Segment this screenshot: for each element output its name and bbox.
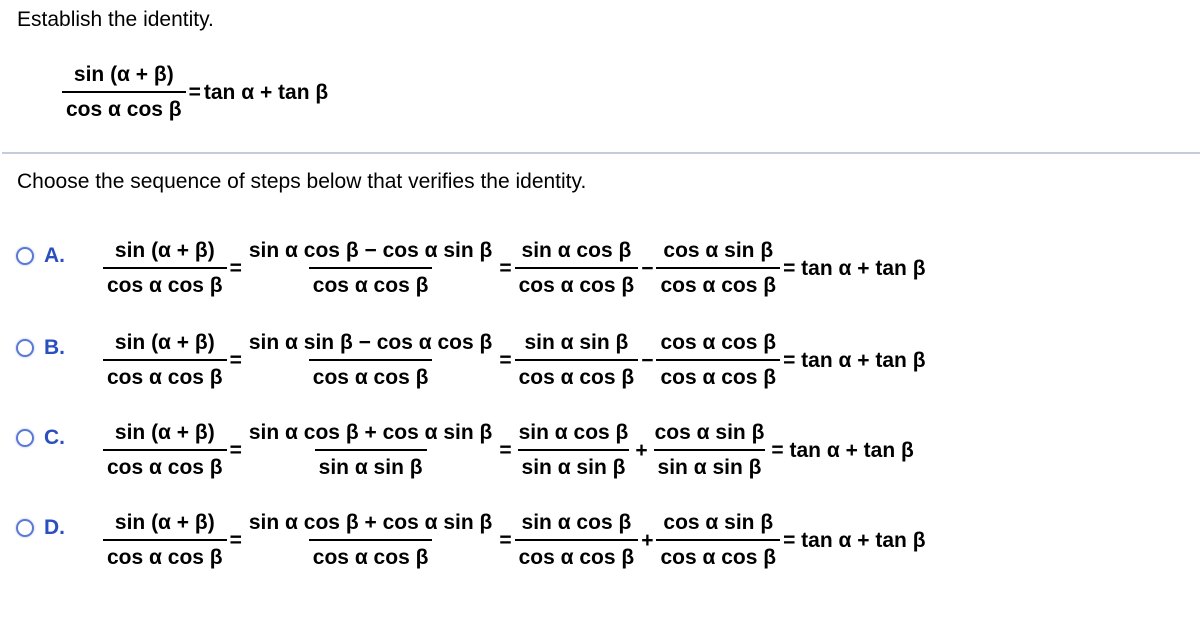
question-intro: Establish the identity. [17, 8, 214, 31]
fraction-numerator: sin (α + β) [114, 421, 215, 444]
identity-rhs: tan α + tan β [203, 80, 329, 104]
fraction-3: sin α cos β cos α cos β [514, 238, 639, 299]
fraction-denominator: sin α sin β [653, 449, 766, 481]
radio-button[interactable] [16, 429, 34, 447]
choice-expression: sin (α + β) cos α cos β = sin α sin β − … [103, 330, 929, 391]
identity-lhs-fraction: sin (α + β) cos α cos β [62, 62, 186, 123]
operator-sign: − [641, 256, 654, 280]
fraction-denominator: cos α cos β [656, 267, 781, 299]
fraction-denominator: cos α cos β [656, 359, 781, 391]
answer-choice-c[interactable]: C. [16, 426, 65, 450]
radio-button[interactable] [16, 519, 34, 537]
result-rhs: = tan α + tan β [771, 438, 914, 462]
fraction-numerator: cos α cos β [660, 331, 777, 354]
fraction-numerator: sin α sin β [524, 331, 629, 354]
instruction-text: Choose the sequence of steps below that … [17, 170, 587, 193]
result-rhs: = tan α + tan β [783, 256, 926, 280]
fraction-denominator: cos α cos β [308, 539, 433, 571]
fraction-numerator: sin α cos β [521, 511, 632, 534]
fraction-denominator: cos α cos β [514, 359, 639, 391]
fraction-2: sin α cos β − cos α sin β cos α cos β [245, 238, 496, 299]
fraction-2: sin α cos β + cos α sin β cos α cos β [245, 510, 496, 571]
equals-sign: = [499, 256, 512, 280]
choice-letter[interactable]: A. [44, 244, 65, 268]
fraction-denominator: cos α cos β [103, 539, 227, 571]
fraction-numerator: sin α cos β [521, 239, 632, 262]
equals-sign: = [229, 528, 242, 552]
fraction-1: sin (α + β) cos α cos β [103, 420, 227, 481]
equals-sign: = [499, 438, 512, 462]
fraction-numerator: sin α cos β − cos α sin β [248, 239, 493, 262]
fraction-numerator: sin (α + β) [73, 63, 174, 86]
answer-choice-d[interactable]: D. [16, 516, 65, 540]
answer-choice-b[interactable]: B. [16, 336, 65, 360]
fraction-denominator: cos α cos β [656, 539, 781, 571]
fraction-1: sin (α + β) cos α cos β [103, 510, 227, 571]
equals-sign: = [499, 528, 512, 552]
equals-sign: = [499, 348, 512, 372]
fraction-numerator: sin α cos β [518, 421, 629, 444]
fraction-3: sin α sin β cos α cos β [514, 330, 639, 391]
fraction-4: cos α sin β cos α cos β [656, 510, 781, 571]
fraction-4: cos α sin β sin α sin β [651, 420, 769, 481]
fraction-denominator: cos α cos β [103, 267, 227, 299]
fraction-3: sin α cos β sin α sin β [515, 420, 633, 481]
result-rhs: = tan α + tan β [783, 528, 926, 552]
fraction-numerator: sin α cos β + cos α sin β [248, 421, 493, 444]
fraction-3: sin α cos β cos α cos β [514, 510, 639, 571]
fraction-denominator: sin α sin β [517, 449, 630, 481]
fraction-denominator: cos α cos β [514, 267, 639, 299]
fraction-4: cos α sin β cos α cos β [656, 238, 781, 299]
equals-sign: = [188, 80, 201, 104]
fraction-denominator: cos α cos β [308, 359, 433, 391]
operator-sign: − [641, 348, 654, 372]
fraction-denominator: cos α cos β [514, 539, 639, 571]
operator-sign: + [635, 438, 648, 462]
equals-sign: = [229, 438, 242, 462]
fraction-denominator: cos α cos β [103, 449, 227, 481]
choice-letter[interactable]: C. [44, 426, 65, 450]
fraction-4: cos α cos β cos α cos β [656, 330, 781, 391]
fraction-numerator: sin (α + β) [114, 239, 215, 262]
choice-expression: sin (α + β) cos α cos β = sin α cos β − … [103, 238, 929, 299]
equals-sign: = [229, 256, 242, 280]
choice-expression: sin (α + β) cos α cos β = sin α cos β + … [103, 510, 929, 571]
result-rhs: = tan α + tan β [783, 348, 926, 372]
choice-letter[interactable]: D. [44, 516, 65, 540]
fraction-denominator: sin α sin β [314, 449, 427, 481]
fraction-numerator: sin (α + β) [114, 331, 215, 354]
fraction-numerator: cos α sin β [654, 421, 765, 444]
radio-button[interactable] [16, 339, 34, 357]
answer-choice-a[interactable]: A. [16, 244, 65, 268]
fraction-numerator: cos α sin β [663, 511, 774, 534]
fraction-1: sin (α + β) cos α cos β [103, 238, 227, 299]
choice-expression: sin (α + β) cos α cos β = sin α cos β + … [103, 420, 917, 481]
fraction-numerator: sin (α + β) [114, 511, 215, 534]
fraction-numerator: cos α sin β [663, 239, 774, 262]
section-divider [2, 152, 1200, 154]
equals-sign: = [229, 348, 242, 372]
radio-button[interactable] [16, 247, 34, 265]
fraction-numerator: sin α sin β − cos α cos β [248, 331, 493, 354]
fraction-numerator: sin α cos β + cos α sin β [248, 511, 493, 534]
choice-letter[interactable]: B. [44, 336, 65, 360]
fraction-denominator: cos α cos β [62, 91, 186, 123]
operator-sign: + [641, 528, 654, 552]
identity-equation: sin (α + β) cos α cos β = tan α + tan β [62, 62, 328, 123]
fraction-2: sin α sin β − cos α cos β cos α cos β [245, 330, 496, 391]
fraction-denominator: cos α cos β [103, 359, 227, 391]
fraction-1: sin (α + β) cos α cos β [103, 330, 227, 391]
fraction-2: sin α cos β + cos α sin β sin α sin β [245, 420, 496, 481]
fraction-denominator: cos α cos β [308, 267, 433, 299]
